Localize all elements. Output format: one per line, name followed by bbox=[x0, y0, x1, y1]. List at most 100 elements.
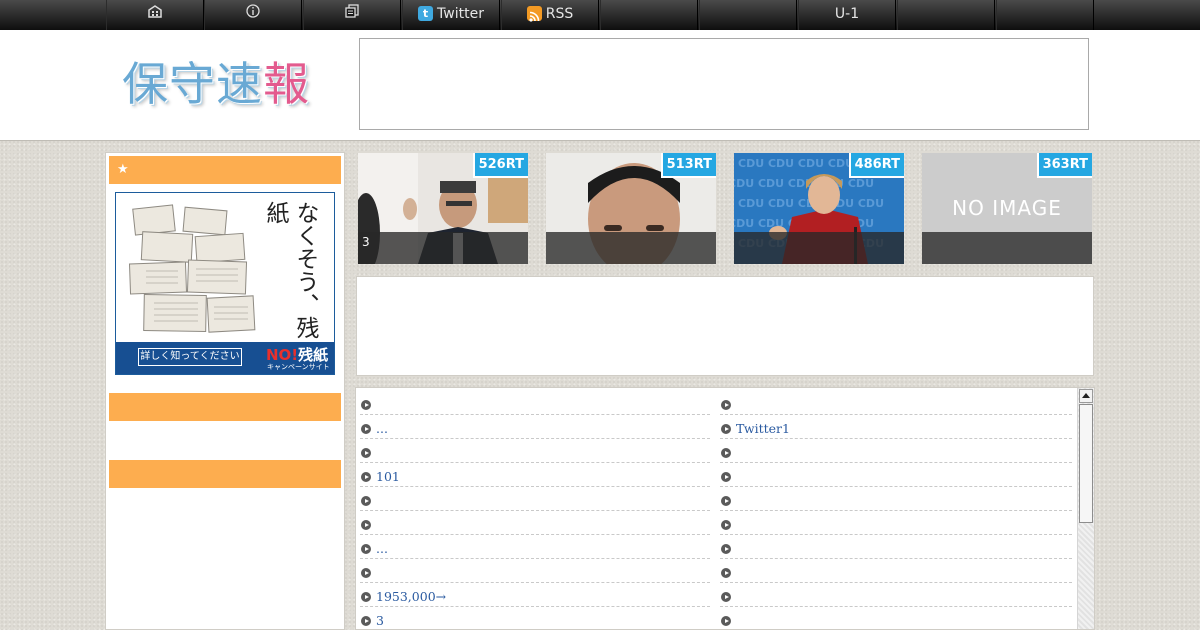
nav-item-9[interactable] bbox=[897, 0, 995, 30]
home-icon bbox=[148, 0, 162, 29]
twitter-icon: t bbox=[418, 5, 434, 21]
newspaper-stack-illustration bbox=[128, 204, 256, 333]
rss-icon bbox=[526, 5, 542, 22]
play-bullet-icon bbox=[721, 400, 731, 410]
list-item[interactable]: Twitter1 bbox=[720, 416, 1072, 439]
list-item-link[interactable]: ... bbox=[376, 421, 388, 436]
nav-twitter-label: Twitter bbox=[437, 6, 484, 22]
thumbnail-caption bbox=[546, 232, 716, 264]
logo-text-main: 保守速 bbox=[122, 57, 263, 111]
play-bullet-icon bbox=[361, 400, 371, 410]
site-header: 保守速報 bbox=[0, 30, 1200, 141]
list-item[interactable]: ... bbox=[360, 536, 710, 559]
content-ad-slot bbox=[356, 276, 1094, 376]
list-item-link[interactable]: Twitter1 bbox=[736, 421, 790, 436]
list-scrollbar[interactable] bbox=[1077, 388, 1094, 629]
sidebar: ★ なくそう、残紙 詳しく知ってください NO!残紙 キャンペーンサイト bbox=[105, 152, 345, 630]
ranking-thumbnail-3[interactable]: CDU CDU CDU CDU CDU CDU CDU CDU CDU CDU … bbox=[734, 153, 904, 264]
nav-item-10[interactable] bbox=[996, 0, 1094, 30]
document-icon bbox=[345, 0, 359, 29]
play-bullet-icon bbox=[721, 592, 731, 602]
play-bullet-icon bbox=[721, 568, 731, 578]
thumbnail-caption bbox=[734, 232, 904, 264]
list-item[interactable] bbox=[720, 512, 1072, 535]
list-item[interactable] bbox=[720, 584, 1072, 607]
play-bullet-icon bbox=[721, 496, 731, 506]
list-item[interactable] bbox=[720, 560, 1072, 583]
list-item-link[interactable]: 101 bbox=[376, 469, 400, 484]
play-bullet-icon bbox=[361, 520, 371, 530]
play-bullet-icon bbox=[721, 520, 731, 530]
sidebar-section-3-title bbox=[109, 460, 341, 488]
nav-twitter[interactable]: t Twitter bbox=[402, 0, 500, 30]
banner-footer: 詳しく知ってください NO!残紙 キャンペーンサイト bbox=[116, 342, 334, 374]
nav-item-7[interactable] bbox=[699, 0, 797, 30]
list-item[interactable] bbox=[720, 440, 1072, 463]
list-item[interactable] bbox=[720, 536, 1072, 559]
article-link-list: ... 101 ... 1953,000→ 3 Twitter1 3335 bbox=[355, 387, 1095, 630]
play-bullet-icon bbox=[361, 544, 371, 554]
play-bullet-icon bbox=[721, 424, 731, 434]
nav-u1-label: U-1 bbox=[834, 6, 860, 22]
nav-info[interactable] bbox=[204, 0, 302, 30]
site-logo[interactable]: 保守速報 bbox=[122, 54, 310, 114]
banner-headline: なくそう、残紙 bbox=[262, 201, 318, 339]
nav-rss[interactable]: RSS bbox=[501, 0, 599, 30]
list-item[interactable] bbox=[360, 392, 710, 415]
list-item[interactable] bbox=[360, 560, 710, 583]
list-item-link[interactable]: ... bbox=[376, 541, 388, 556]
rt-count-badge: 363RT bbox=[1036, 153, 1092, 178]
scroll-up-arrow-icon[interactable] bbox=[1079, 389, 1093, 403]
list-item[interactable] bbox=[360, 512, 710, 535]
play-bullet-icon bbox=[721, 472, 731, 482]
banner-campaign-sub: キャンペーンサイト bbox=[267, 363, 330, 371]
nav-document[interactable] bbox=[303, 0, 401, 30]
list-item[interactable] bbox=[360, 440, 710, 463]
play-bullet-icon bbox=[361, 448, 371, 458]
nav-u1[interactable]: U-1 bbox=[798, 0, 896, 30]
list-item[interactable]: 101 bbox=[360, 464, 710, 487]
list-item[interactable]: ... bbox=[360, 416, 710, 439]
list-item-link[interactable]: 1953,000→ bbox=[376, 589, 446, 604]
nav-home[interactable] bbox=[106, 0, 204, 30]
zanshi-campaign-banner[interactable]: なくそう、残紙 詳しく知ってください NO!残紙 キャンペーンサイト bbox=[115, 192, 335, 375]
svg-text:CDU CDU CDU CDU CDU: CDU CDU CDU CDU CDU bbox=[734, 177, 874, 190]
play-bullet-icon bbox=[361, 472, 371, 482]
banner-details-button[interactable]: 詳しく知ってください bbox=[138, 348, 242, 366]
ranking-thumbnail-4[interactable]: NO IMAGE 363RT bbox=[922, 153, 1092, 264]
header-ad-slot bbox=[359, 38, 1089, 130]
play-bullet-icon bbox=[721, 544, 731, 554]
sidebar-section-title: ★ bbox=[109, 156, 341, 184]
thumbnail-caption bbox=[922, 232, 1092, 264]
play-bullet-icon bbox=[361, 496, 371, 506]
list-item[interactable]: 3 bbox=[360, 608, 710, 629]
link-list-right-column: Twitter1 3335 bbox=[720, 392, 1072, 629]
thumbnail-caption: 3 bbox=[358, 232, 528, 264]
no-image-placeholder: NO IMAGE bbox=[952, 196, 1062, 220]
link-list-left-column: ... 101 ... 1953,000→ 3 bbox=[360, 392, 710, 629]
list-item[interactable] bbox=[720, 392, 1072, 415]
ranking-thumbnail-2[interactable]: 513RT bbox=[546, 153, 716, 264]
info-icon bbox=[246, 0, 260, 29]
rt-count-badge: 486RT bbox=[848, 153, 904, 178]
rt-count-badge: 513RT bbox=[660, 153, 716, 178]
ranking-thumbnail-1[interactable]: 526RT 3 bbox=[358, 153, 528, 264]
play-bullet-icon bbox=[721, 448, 731, 458]
sidebar-section-2-title bbox=[109, 393, 341, 421]
list-item-link[interactable]: 3 bbox=[376, 613, 384, 628]
list-item[interactable] bbox=[720, 464, 1072, 487]
top-navigation-bar: t Twitter RSS U-1 bbox=[0, 0, 1200, 30]
play-bullet-icon bbox=[721, 616, 731, 626]
list-item[interactable] bbox=[720, 608, 1072, 629]
play-bullet-icon bbox=[361, 424, 371, 434]
nav-rss-label: RSS bbox=[545, 6, 574, 22]
nav-item-6[interactable] bbox=[600, 0, 698, 30]
rt-count-badge: 526RT bbox=[472, 153, 528, 178]
list-item[interactable] bbox=[360, 488, 710, 511]
logo-text-accent: 報 bbox=[263, 57, 310, 111]
play-bullet-icon bbox=[361, 568, 371, 578]
list-item[interactable]: 1953,000→ bbox=[360, 584, 710, 607]
list-item[interactable] bbox=[720, 488, 1072, 511]
play-bullet-icon bbox=[361, 616, 371, 626]
scrollbar-thumb[interactable] bbox=[1079, 404, 1093, 523]
